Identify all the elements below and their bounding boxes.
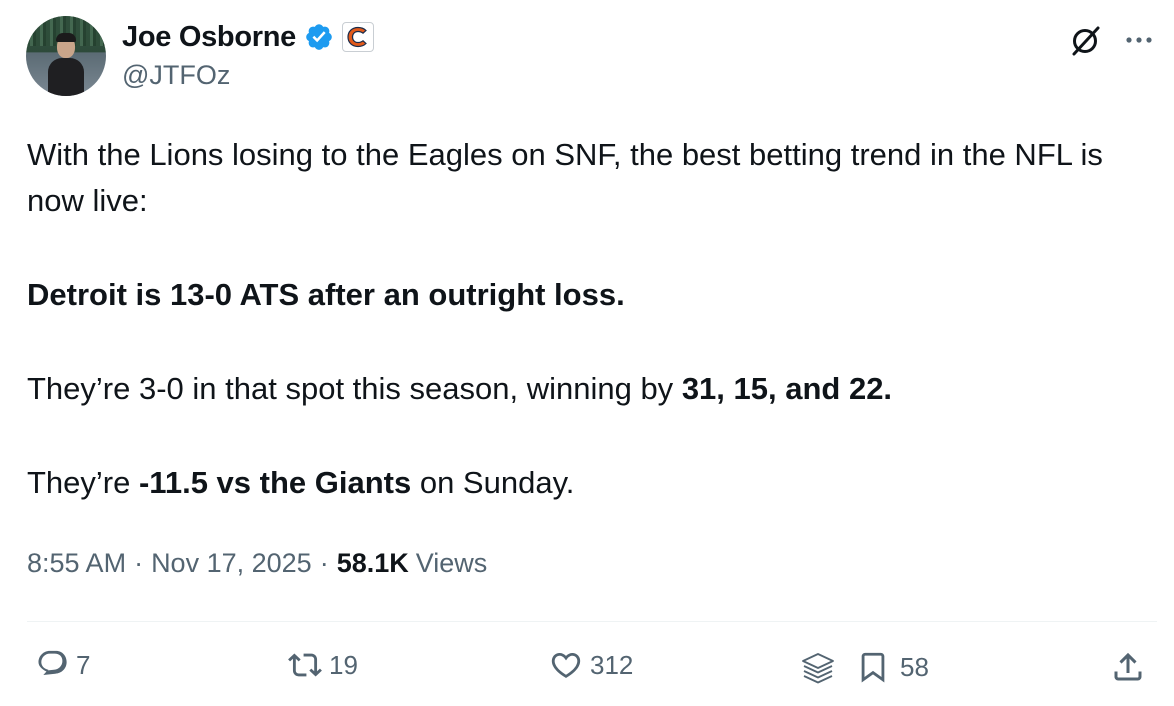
- tweet-line-trend: Detroit is 13-0 ATS after an outright lo…: [27, 272, 1147, 318]
- divider: [27, 621, 1157, 622]
- tweet-spread-bold: -11.5 vs the Giants: [138, 465, 412, 500]
- tweet-text: With the Lions losing to the Eagles on S…: [27, 132, 1147, 506]
- tweet-time[interactable]: 8:55 AM: [27, 548, 126, 579]
- share-button[interactable]: [1110, 648, 1146, 686]
- tweet-line-spread: They’re -11.5 vs the Giants on Sunday.: [27, 460, 1147, 506]
- retweet-button[interactable]: 19: [287, 648, 358, 682]
- heart-icon: [551, 652, 581, 678]
- author-display-name[interactable]: Joe Osborne: [122, 21, 296, 54]
- grok-analyze-button[interactable]: [798, 648, 838, 688]
- tweet-spread-suffix: on Sunday.: [411, 465, 575, 500]
- views-label: Views: [415, 548, 488, 578]
- tweet-spread-prefix: They’re: [27, 465, 139, 500]
- views-count: 58.1K: [336, 548, 409, 578]
- tweet-card: Joe Osborne @JTFOz With the Lions losing…: [0, 0, 1174, 706]
- retweet-icon: [288, 653, 322, 677]
- reply-icon: [38, 650, 67, 675]
- like-count: 312: [590, 649, 634, 680]
- verified-badge-icon[interactable]: [304, 22, 334, 52]
- more-options-icon[interactable]: [1122, 26, 1156, 54]
- author-name-row: Joe Osborne: [122, 18, 374, 56]
- avatar[interactable]: [26, 16, 106, 96]
- reply-button[interactable]: 7: [36, 648, 90, 682]
- bookmark-button[interactable]: 58: [856, 648, 929, 686]
- tweet-season-margins: 31, 15, and 22.: [681, 371, 893, 406]
- share-icon: [1114, 652, 1142, 681]
- reply-count: 7: [76, 649, 91, 680]
- bookmark-count: 58: [900, 651, 929, 682]
- tweet-line-intro: With the Lions losing to the Eagles on S…: [27, 137, 1103, 218]
- retweet-count: 19: [329, 649, 358, 680]
- bears-c-logo-icon: [347, 26, 367, 48]
- author-handle[interactable]: @JTFOz: [122, 60, 230, 91]
- affiliation-badge[interactable]: [341, 22, 374, 52]
- bookmark-icon: [861, 652, 885, 683]
- tweet-season-text: They’re 3-0 in that spot this season, wi…: [27, 371, 682, 406]
- like-button[interactable]: 312: [548, 648, 633, 682]
- grok-icon[interactable]: [1068, 22, 1104, 58]
- meta-separator: ·: [134, 548, 144, 578]
- tweet-date[interactable]: Nov 17, 2025: [151, 548, 312, 579]
- layers-icon: [802, 653, 834, 684]
- tweet-meta: 8:55 AM · Nov 17, 2025 · 58.1K Views: [27, 548, 487, 579]
- tweet-trend-bold: Detroit is 13-0 ATS after an outright lo…: [27, 277, 625, 312]
- tweet-line-season: They’re 3-0 in that spot this season, wi…: [27, 366, 1147, 412]
- avatar-figure: [48, 58, 84, 96]
- meta-separator: ·: [319, 548, 329, 578]
- avatar-cap: [56, 33, 76, 42]
